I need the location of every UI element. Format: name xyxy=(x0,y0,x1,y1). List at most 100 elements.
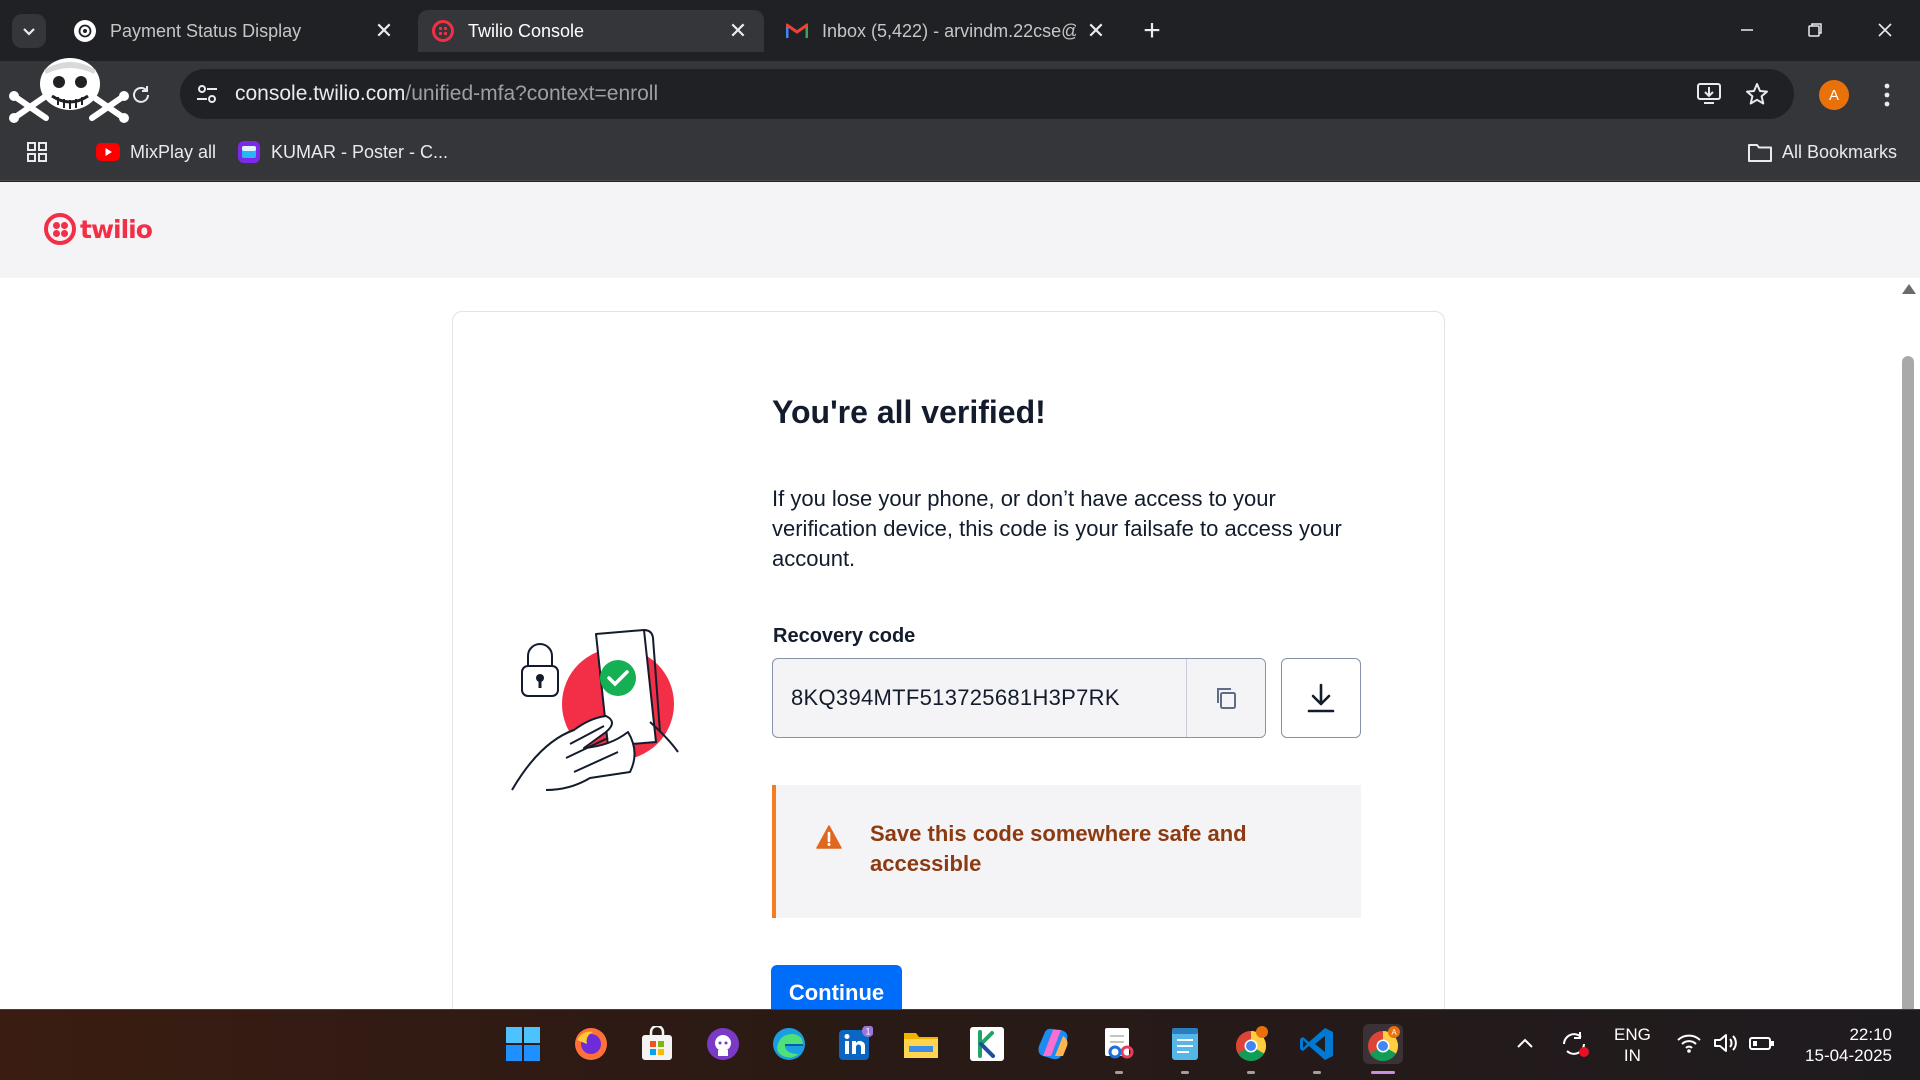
copy-icon xyxy=(1216,688,1236,709)
download-code-button[interactable] xyxy=(1281,658,1361,738)
tab-title: Payment Status Display xyxy=(110,20,302,41)
tab-payment-status[interactable]: Payment Status Display ✕ xyxy=(60,10,410,52)
scroll-up-arrow-icon[interactable] xyxy=(1902,284,1916,294)
taskbar-copilot[interactable] xyxy=(1033,1024,1073,1064)
volume-icon xyxy=(1713,1034,1737,1052)
all-bookmarks-button[interactable]: All Bookmarks xyxy=(1748,137,1897,167)
microsoft-store-icon xyxy=(642,1026,672,1060)
edge-icon xyxy=(773,1028,805,1060)
taskbar-edge[interactable] xyxy=(769,1024,809,1064)
copilot-icon xyxy=(1038,1028,1068,1060)
close-icon[interactable]: ✕ xyxy=(726,18,750,43)
close-icon[interactable]: ✕ xyxy=(372,18,396,43)
taskbar-chrome-profile[interactable] xyxy=(1231,1024,1271,1074)
bookmark-mixplay[interactable]: MixPlay all xyxy=(96,137,216,167)
taskbar-notepad[interactable] xyxy=(1165,1024,1205,1074)
brand-name: twilio xyxy=(80,214,153,244)
youtube-icon xyxy=(96,140,120,164)
phone-lock-illustration xyxy=(511,629,679,791)
sync-status-button[interactable] xyxy=(1560,1030,1590,1063)
browser-menu-button[interactable] xyxy=(1872,78,1902,112)
tab-twilio-console[interactable]: Twilio Console ✕ xyxy=(418,10,764,52)
running-indicator xyxy=(1181,1071,1189,1074)
taskbar-linkedin[interactable]: 1 xyxy=(835,1024,875,1064)
notepad-icon xyxy=(1172,1028,1198,1060)
taskbar-snipping-tool[interactable] xyxy=(1099,1024,1139,1074)
start-button[interactable] xyxy=(503,1024,543,1064)
twilio-mark-icon xyxy=(44,213,76,245)
jolly-roger-icon[interactable] xyxy=(8,56,134,126)
tab-gmail-inbox[interactable]: Inbox (5,422) - arvindm.22cse@ ✕ xyxy=(772,10,1122,52)
continue-button[interactable]: Continue xyxy=(771,965,902,1009)
minimize-icon xyxy=(1741,29,1753,31)
bookmark-star-button[interactable] xyxy=(1742,79,1772,109)
tab-search-button[interactable] xyxy=(12,14,46,48)
linkedin-badge: 1 xyxy=(865,1027,870,1037)
taskbar-chrome-active[interactable]: A xyxy=(1363,1024,1403,1074)
canva-icon xyxy=(237,140,261,164)
close-window-button[interactable] xyxy=(1856,8,1914,52)
site-settings-icon[interactable] xyxy=(194,81,220,107)
bookmark-label: KUMAR - Poster - C... xyxy=(271,141,449,162)
taskbar-microsoft-store[interactable] xyxy=(637,1024,677,1064)
new-tab-button[interactable]: + xyxy=(1135,14,1169,48)
scroll-thumb[interactable] xyxy=(1902,356,1914,1009)
tab-title: Inbox (5,422) - arvindm.22cse@ xyxy=(822,20,1076,41)
reload-button[interactable] xyxy=(126,80,156,110)
recovery-code-label: Recovery code xyxy=(773,625,916,647)
gmail-icon xyxy=(786,20,808,42)
recovery-code-field[interactable]: 8KQ394MTF513725681H3P7RK xyxy=(772,658,1266,738)
page-scrollbar[interactable] xyxy=(1898,278,1920,1009)
taskbar-vscode[interactable] xyxy=(1297,1024,1337,1074)
language-indicator[interactable]: ENG IN xyxy=(1614,1024,1651,1066)
download-icon xyxy=(1307,683,1335,713)
region-code: IN xyxy=(1623,1046,1641,1065)
taskbar-firefox[interactable] xyxy=(571,1024,611,1064)
restore-icon xyxy=(1808,23,1822,37)
minimize-button[interactable] xyxy=(1718,8,1776,52)
taskbar-kite[interactable] xyxy=(967,1024,1007,1064)
tab-title: Twilio Console xyxy=(468,20,585,41)
clock-time: 22:10 xyxy=(1849,1025,1892,1044)
clock[interactable]: 22:10 15-04-2025 xyxy=(1796,1024,1892,1066)
network-volume-battery[interactable] xyxy=(1676,1032,1775,1059)
bookmark-kumar-poster[interactable]: KUMAR - Poster - C... xyxy=(237,137,448,167)
apps-button[interactable] xyxy=(26,137,48,167)
github-icon xyxy=(707,1028,739,1060)
chatgpt-icon xyxy=(74,20,96,42)
running-indicator xyxy=(1115,1071,1123,1074)
show-hidden-icons-button[interactable] xyxy=(1516,1034,1534,1054)
url-text[interactable]: console.twilio.com/unified-mfa?context=e… xyxy=(235,82,658,106)
all-bookmarks-label: All Bookmarks xyxy=(1782,141,1898,162)
close-icon[interactable]: ✕ xyxy=(1084,18,1108,43)
install-app-button[interactable] xyxy=(1694,79,1724,109)
chevron-down-icon xyxy=(23,28,35,36)
windows-taskbar: 1 A ENG IN 22:10 15-04-2025 xyxy=(0,1009,1920,1080)
taskbar-github-desktop[interactable] xyxy=(703,1024,743,1064)
recovery-code-value[interactable]: 8KQ394MTF513725681H3P7RK xyxy=(791,685,1120,711)
warning-callout: Save this code somewhere safe and access… xyxy=(772,785,1361,918)
twilio-logo[interactable]: twilio xyxy=(44,212,153,246)
folder-icon xyxy=(1748,140,1772,164)
restore-button[interactable] xyxy=(1786,8,1844,52)
page-title: You're all verified! xyxy=(772,394,1046,430)
url-path: /unified-mfa?context=enroll xyxy=(405,82,659,105)
folder-icon xyxy=(904,1033,938,1058)
vscode-icon xyxy=(1300,1028,1333,1060)
chrome-profile-badge: A xyxy=(1391,1028,1397,1037)
sync-icon xyxy=(1563,1032,1589,1057)
warning-icon xyxy=(816,825,842,849)
taskbar-file-explorer[interactable] xyxy=(901,1024,941,1064)
install-app-icon xyxy=(1697,83,1721,104)
profile-avatar[interactable]: A xyxy=(1819,80,1849,110)
chrome-icon: A xyxy=(1368,1026,1400,1062)
bookmarks-bar: MixPlay all KUMAR - Poster - C... All Bo… xyxy=(0,127,1920,181)
clock-date: 15-04-2025 xyxy=(1805,1046,1892,1065)
chrome-icon xyxy=(1235,1026,1268,1062)
apps-grid-icon xyxy=(27,142,47,162)
copy-code-button[interactable] xyxy=(1186,659,1265,737)
running-indicator xyxy=(1313,1071,1321,1074)
bookmark-label: MixPlay all xyxy=(130,141,217,162)
address-bar[interactable]: console.twilio.com/unified-mfa?context=e… xyxy=(180,69,1794,119)
kite-icon xyxy=(970,1027,1004,1061)
